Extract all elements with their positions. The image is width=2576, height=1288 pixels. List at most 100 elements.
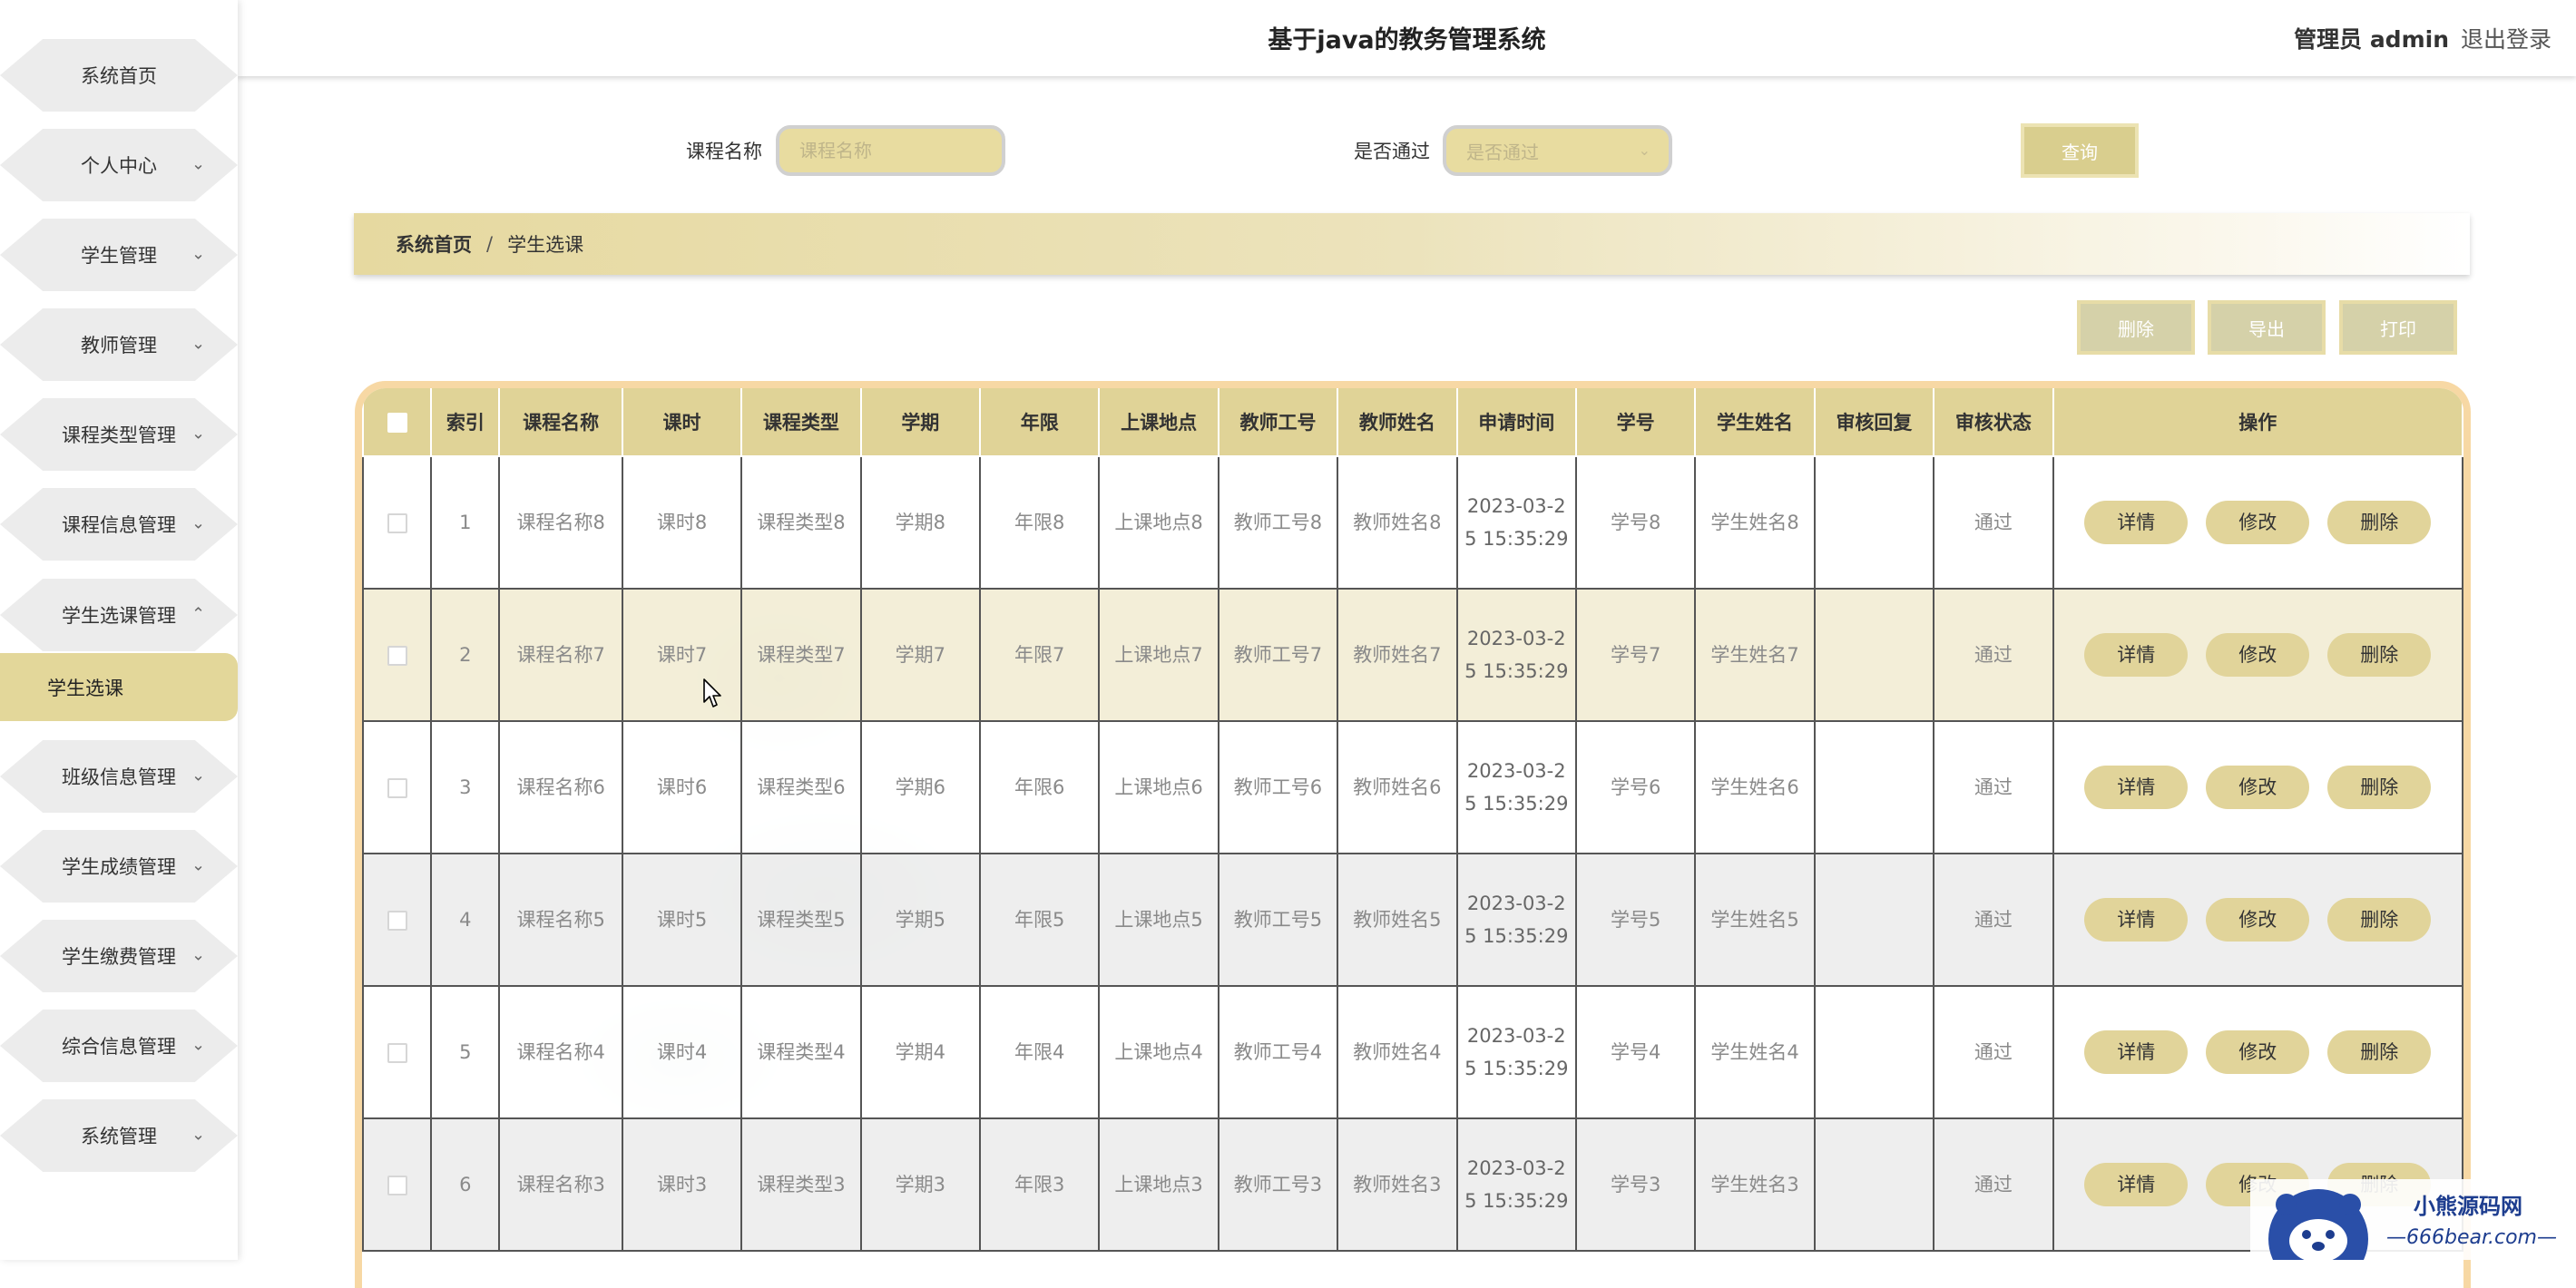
- cell-term: 学期6: [859, 720, 982, 854]
- select-all-checkbox[interactable]: [387, 413, 407, 433]
- sidebar-item-label: 个人中心: [81, 155, 157, 177]
- table-row: 3 课程名称6 课时6 课程类型6 学期6 年限6 上课地点6 教师工号6 教师…: [362, 720, 2463, 854]
- cell-index: 1: [430, 455, 501, 590]
- row-checkbox[interactable]: [387, 513, 407, 533]
- cell-student-name: 学生姓名6: [1694, 720, 1816, 854]
- cell-operations: 详情修改删除: [2052, 720, 2463, 854]
- cell-course-type: 课程类型8: [740, 455, 862, 590]
- sidebar-item-student-management[interactable]: 学生管理: [0, 219, 238, 291]
- pass-status-select[interactable]: 是否通过 ⌄: [1443, 125, 1672, 176]
- sidebar-item-system-management[interactable]: 系统管理: [0, 1099, 238, 1172]
- edit-button[interactable]: 修改: [2206, 633, 2310, 677]
- cell-teacher-name: 教师姓名5: [1337, 853, 1458, 987]
- batch-delete-button[interactable]: 删除: [2077, 300, 2195, 355]
- sidebar-item-class-management[interactable]: 班级信息管理: [0, 740, 238, 813]
- cell-teacher-id: 教师工号5: [1217, 853, 1339, 987]
- cell-student-name: 学生姓名5: [1694, 853, 1816, 987]
- cell-review-status: 通过: [1933, 455, 2054, 590]
- cell-course-name: 课程名称5: [498, 853, 623, 987]
- row-select-cell: [362, 1117, 433, 1252]
- row-checkbox[interactable]: [387, 778, 407, 798]
- sidebar-subitem-label: 学生选课: [47, 677, 123, 699]
- sidebar-item-course-type-management[interactable]: 课程类型管理: [0, 398, 238, 471]
- edit-button[interactable]: 修改: [2206, 766, 2310, 809]
- sidebar-item-fee-management[interactable]: 学生缴费管理: [0, 920, 238, 992]
- breadcrumb-separator: /: [486, 233, 494, 255]
- breadcrumb-current: 学生选课: [507, 234, 584, 256]
- mouse-cursor-icon: [703, 678, 721, 707]
- sidebar-item-general-info-management[interactable]: 综合信息管理: [0, 1010, 238, 1082]
- col-operations: 操作: [2052, 388, 2463, 457]
- cell-apply-time: 2023-03-25 15:35:29: [1455, 455, 1577, 590]
- sidebar-item-home[interactable]: 系统首页: [0, 39, 238, 112]
- col-teacher-id: 教师工号: [1217, 388, 1339, 457]
- row-checkbox[interactable]: [387, 646, 407, 666]
- row-checkbox[interactable]: [387, 1176, 407, 1195]
- chevron-down-icon: ⌄: [1638, 141, 1650, 159]
- detail-button[interactable]: 详情: [2084, 501, 2189, 544]
- cell-hours: 课时7: [621, 588, 743, 722]
- chevron-down-icon: [191, 513, 205, 532]
- edit-button[interactable]: 修改: [2206, 898, 2310, 942]
- cell-hours: 课时3: [621, 1117, 743, 1252]
- cell-teacher-id: 教师工号6: [1217, 720, 1339, 854]
- course-name-input[interactable]: [776, 125, 1005, 176]
- cell-years: 年限4: [979, 985, 1101, 1119]
- query-button[interactable]: 查询: [2021, 123, 2139, 178]
- col-review-reply: 审核回复: [1813, 388, 1935, 457]
- col-apply-time: 申请时间: [1455, 388, 1577, 457]
- sidebar-item-teacher-management[interactable]: 教师管理: [0, 308, 238, 381]
- cell-course-type: 课程类型6: [740, 720, 862, 854]
- row-delete-button[interactable]: 删除: [2327, 501, 2432, 544]
- detail-button[interactable]: 详情: [2084, 898, 2189, 942]
- detail-button[interactable]: 详情: [2084, 633, 2189, 677]
- row-delete-button[interactable]: 删除: [2327, 633, 2432, 677]
- watermark-name: 小熊源码网: [2414, 1194, 2522, 1219]
- cell-years: 年限7: [979, 588, 1101, 722]
- breadcrumb-home[interactable]: 系统首页: [396, 230, 472, 258]
- sidebar-subitem-course-selection[interactable]: 学生选课: [0, 653, 238, 721]
- cell-operations: 详情修改删除: [2052, 455, 2463, 590]
- print-button[interactable]: 打印: [2339, 300, 2457, 355]
- col-course-name: 课程名称: [498, 388, 623, 457]
- sidebar-item-label: 学生缴费管理: [62, 946, 176, 968]
- cell-student-name: 学生姓名7: [1694, 588, 1816, 722]
- cell-location: 上课地点8: [1098, 455, 1219, 590]
- table-row: 6 课程名称3 课时3 课程类型3 学期3 年限3 上课地点3 教师工号3 教师…: [362, 1117, 2463, 1252]
- chevron-down-icon: [191, 244, 205, 263]
- row-checkbox[interactable]: [387, 1043, 407, 1063]
- cell-years: 年限8: [979, 455, 1101, 590]
- export-button[interactable]: 导出: [2208, 300, 2326, 355]
- table-row: 4 课程名称5 课时5 课程类型5 学期5 年限5 上课地点5 教师工号5 教师…: [362, 853, 2463, 987]
- site-watermark: 小熊源码网 —666bear.com—: [2250, 1179, 2576, 1260]
- cell-student-id: 学号8: [1574, 455, 1697, 590]
- detail-button[interactable]: 详情: [2084, 1163, 2189, 1206]
- row-delete-button[interactable]: 删除: [2327, 898, 2432, 942]
- chevron-down-icon: [191, 334, 205, 353]
- sidebar-item-grade-management[interactable]: 学生成绩管理: [0, 830, 238, 903]
- sidebar: 系统首页 个人中心 学生管理 教师管理 课程类型管理 课程信息管理 学生选课管理…: [0, 0, 238, 1260]
- sidebar-item-personal-center[interactable]: 个人中心: [0, 129, 238, 201]
- row-delete-button[interactable]: 删除: [2327, 766, 2432, 809]
- row-delete-button[interactable]: 删除: [2327, 1030, 2432, 1074]
- cell-review-status: 通过: [1933, 588, 2054, 722]
- course-selection-table: 索引 课程名称 课时 课程类型 学期 年限 上课地点 教师工号 教师姓名 申请时…: [355, 381, 2471, 1288]
- cell-review-status: 通过: [1933, 985, 2054, 1119]
- row-checkbox[interactable]: [387, 911, 407, 931]
- detail-button[interactable]: 详情: [2084, 1030, 2189, 1074]
- cell-operations: 详情修改删除: [2052, 588, 2463, 722]
- sidebar-item-course-info-management[interactable]: 课程信息管理: [0, 488, 238, 561]
- logout-link[interactable]: 退出登录: [2461, 22, 2552, 54]
- detail-button[interactable]: 详情: [2084, 766, 2189, 809]
- row-select-cell: [362, 853, 433, 987]
- edit-button[interactable]: 修改: [2206, 1030, 2310, 1074]
- cell-term: 学期7: [859, 588, 982, 722]
- row-select-cell: [362, 720, 433, 854]
- cell-years: 年限6: [979, 720, 1101, 854]
- row-select-cell: [362, 455, 433, 590]
- app-title: 基于java的教务管理系统: [1268, 26, 1546, 54]
- cell-location: 上课地点7: [1098, 588, 1219, 722]
- cell-apply-time: 2023-03-25 15:35:29: [1455, 720, 1577, 854]
- sidebar-item-course-selection-management[interactable]: 学生选课管理: [0, 579, 238, 651]
- edit-button[interactable]: 修改: [2206, 501, 2310, 544]
